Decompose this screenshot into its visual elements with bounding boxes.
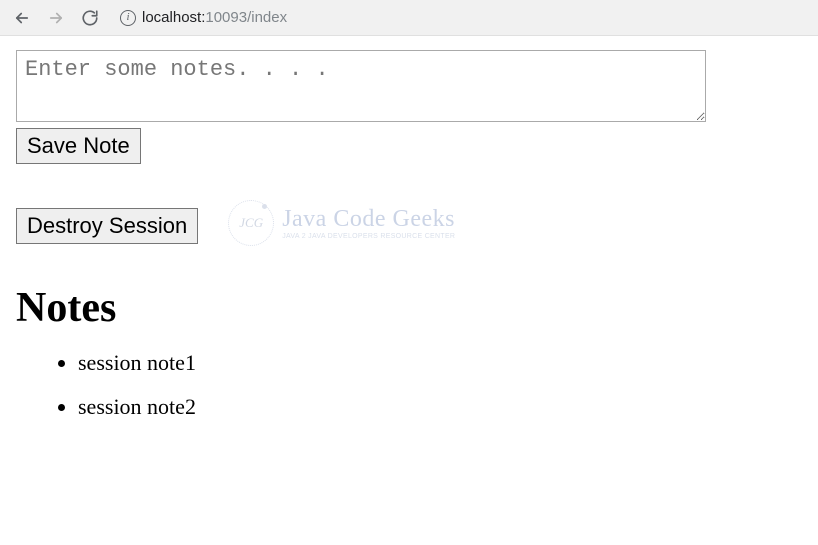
list-item: session note1 (78, 350, 802, 376)
page-content: Save Note Destroy Session JCG Java Code … (0, 36, 818, 452)
notes-list: session note1 session note2 (16, 350, 802, 420)
address-bar[interactable]: i localhost:10093/index (110, 9, 810, 26)
forward-button[interactable] (42, 4, 70, 32)
list-item: session note2 (78, 394, 802, 420)
watermark-badge-icon: JCG (228, 200, 274, 246)
notes-textarea[interactable] (16, 50, 706, 122)
destroy-row: Destroy Session JCG Java Code Geeks Java… (16, 200, 802, 246)
watermark-sub-text: Java 2 Java Developers Resource Center (282, 233, 455, 240)
watermark-text: Java Code Geeks Java 2 Java Developers R… (282, 207, 455, 240)
destroy-session-button[interactable]: Destroy Session (16, 208, 198, 244)
url-path: 10093/index (205, 9, 287, 26)
notes-heading: Notes (16, 284, 802, 332)
back-button[interactable] (8, 4, 36, 32)
save-note-button[interactable]: Save Note (16, 128, 141, 164)
watermark-main-text: Java Code Geeks (282, 207, 455, 231)
browser-toolbar: i localhost:10093/index (0, 0, 818, 36)
site-info-icon[interactable]: i (120, 10, 136, 26)
url-host: localhost: (142, 9, 205, 26)
reload-button[interactable] (76, 4, 104, 32)
url-display: localhost:10093/index (142, 9, 287, 26)
watermark: JCG Java Code Geeks Java 2 Java Develope… (228, 200, 455, 246)
